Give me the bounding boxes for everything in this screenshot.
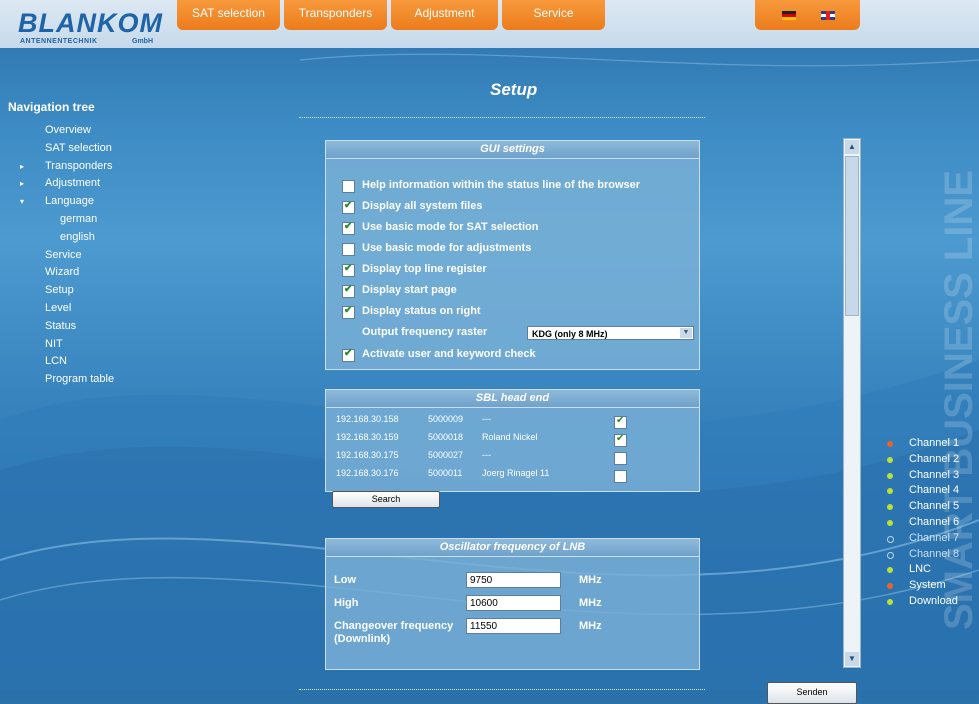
status-dot-icon	[887, 456, 893, 463]
search-button[interactable]: Search	[332, 491, 440, 508]
checkbox[interactable]	[342, 180, 355, 193]
status-dot-icon	[887, 567, 893, 574]
page-title: Setup	[490, 80, 538, 99]
send-button[interactable]: Senden	[767, 682, 857, 704]
logo-sub: ANTENNENTECHNIK	[20, 38, 98, 45]
language-flags	[755, 0, 860, 30]
checkbox[interactable]	[614, 452, 627, 465]
expand-arrow-icon[interactable]: ▸	[20, 158, 24, 176]
tab-sat-selection[interactable]: SAT selection	[177, 0, 280, 30]
oscillator-panel: Oscillator frequency of LNB Low 9750 MHz H…	[325, 538, 700, 670]
status-dot-icon	[887, 472, 893, 479]
divider	[299, 117, 705, 118]
scroll-up-icon[interactable]: ▲	[845, 140, 859, 154]
changeover-frequency-input[interactable]: 11550	[466, 618, 561, 634]
sbl-title: SBL head end	[326, 390, 699, 408]
collapse-arrow-icon[interactable]: ▾	[20, 193, 24, 211]
osc-changeover-row: Changeover frequency (Downlink) 11550 MHz	[334, 618, 602, 645]
checkbox[interactable]	[342, 200, 355, 214]
osc-high-row: High 10600 MHz	[334, 595, 602, 611]
logo-gmbh: GmbH	[132, 38, 153, 45]
checkbox[interactable]	[342, 263, 355, 277]
expand-arrow-icon[interactable]: ▸	[20, 175, 24, 193]
status-dot-icon	[887, 583, 893, 590]
tab-adjustment[interactable]: Adjustment	[391, 0, 498, 30]
checkbox[interactable]	[614, 470, 627, 483]
scrollbar[interactable]: ▲ ▼	[843, 138, 861, 668]
status-dot-icon	[887, 551, 894, 559]
checkbox[interactable]	[342, 284, 355, 298]
status-dot-icon	[887, 535, 894, 543]
raster-value: KDG (only 8 MHz)	[532, 329, 608, 339]
blankom-logo: BLANKOM ANTENNENTECHNIK GmbH	[18, 6, 168, 46]
status-dot-icon	[887, 598, 893, 605]
raster-select[interactable]: KDG (only 8 MHz) ▼	[527, 326, 694, 340]
logo-brand: BLANKOM	[18, 8, 163, 38]
checkbox[interactable]	[342, 243, 355, 256]
low-frequency-input[interactable]: 9750	[466, 572, 561, 588]
chevron-down-icon[interactable]: ▼	[680, 328, 692, 338]
status-dot-icon	[887, 504, 893, 511]
checkbox[interactable]	[614, 415, 627, 429]
scroll-down-icon[interactable]: ▼	[845, 652, 859, 666]
checkbox[interactable]	[342, 348, 355, 362]
nav-title: Navigation tree	[8, 100, 95, 114]
status-dot-icon	[887, 441, 893, 447]
checkbox[interactable]	[614, 433, 627, 447]
oscillator-title: Oscillator frequency of LNB	[326, 539, 699, 557]
checkbox[interactable]	[342, 305, 355, 319]
gui-settings-title: GUI settings	[326, 141, 699, 159]
german-flag-icon[interactable]	[782, 11, 796, 20]
checkbox[interactable]	[342, 221, 355, 235]
raster-label: Output frequency raster	[362, 326, 488, 338]
tab-service[interactable]: Service	[502, 0, 605, 30]
high-frequency-input[interactable]: 10600	[466, 595, 561, 611]
scroll-thumb[interactable]	[845, 156, 859, 316]
status-dot-icon	[887, 488, 893, 495]
status-dot-icon	[887, 519, 893, 526]
gui-settings-panel: GUI settings Help information within the…	[325, 140, 700, 370]
tab-transponders[interactable]: Transponders	[284, 0, 387, 30]
osc-low-row: Low 9750 MHz	[334, 572, 602, 588]
english-flag-icon[interactable]	[821, 11, 835, 20]
divider	[299, 689, 705, 690]
sbl-head-end-panel: SBL head end 192.168.30.1585000009--- 19…	[325, 389, 700, 508]
